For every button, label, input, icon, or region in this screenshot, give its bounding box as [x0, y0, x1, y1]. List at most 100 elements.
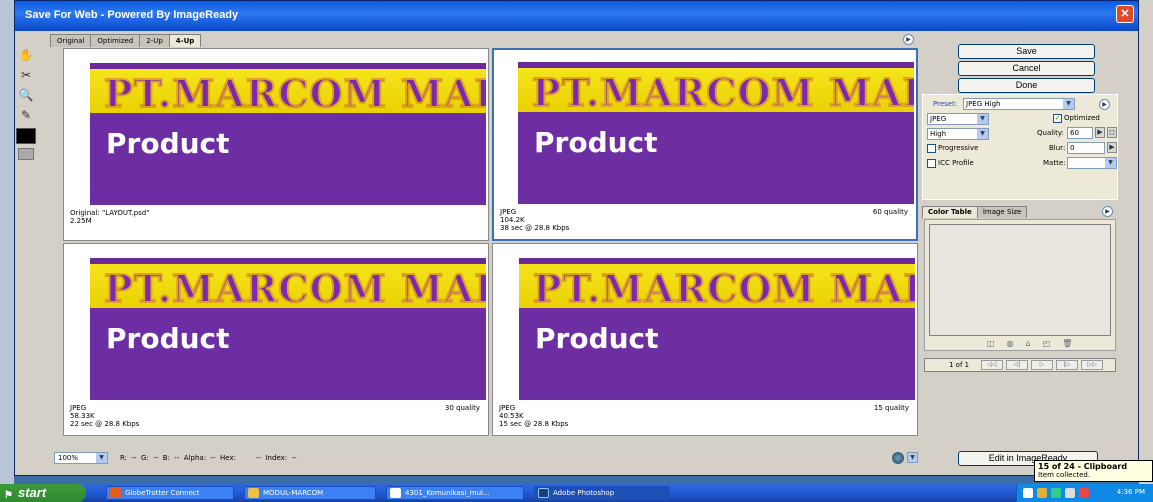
preview-pane-original[interactable]: PT.MARCOM MAI Product Original: "LAYOUT.… — [63, 48, 489, 241]
tray-back-icon[interactable] — [1023, 488, 1033, 498]
color-table: ◫ ◍ ⌂ ◰ 🗑 — [924, 219, 1116, 351]
preset-label: Preset: — [933, 100, 958, 108]
taskbar-item-modul-marcom[interactable]: MODUL-MARCOM — [244, 486, 376, 500]
pane-info: JPEG 58.33K 22 sec @ 28.8 Kbps — [70, 404, 140, 428]
previous-frame-icon[interactable]: ◁| — [1006, 360, 1028, 370]
taskbar-item-photoshop[interactable]: Adobe Photoshop — [534, 486, 670, 500]
brand-text: PT.MARCOM MAI — [532, 265, 915, 312]
windows-flag-icon: ⚑ — [4, 490, 13, 501]
photoshop-icon — [538, 488, 549, 498]
first-frame-icon[interactable]: ◁◁ — [981, 360, 1003, 370]
blur-slider-arrow-icon[interactable]: ▶ — [1107, 142, 1117, 153]
color-table-swatches[interactable] — [929, 224, 1111, 336]
start-button[interactable]: ⚑ start — [0, 484, 86, 502]
trash-icon[interactable]: 🗑 — [1062, 339, 1072, 348]
color-table-actions: ◫ ◍ ⌂ ◰ 🗑 — [987, 339, 1072, 348]
close-icon[interactable]: ✕ — [1116, 5, 1134, 23]
window-title: Save For Web - Powered By ImageReady — [25, 9, 239, 21]
menu-arrow-icon[interactable]: ▶ — [1102, 206, 1113, 217]
zoom-select[interactable]: 100% ▼ — [54, 452, 108, 464]
tab-4-up[interactable]: 4-Up — [168, 34, 202, 47]
page-indicator: 1 of 1 — [949, 361, 970, 369]
progressive-label: Progressive — [938, 144, 979, 152]
tab-2-up[interactable]: 2-Up — [139, 34, 170, 47]
slice-select-icon[interactable]: ✂ — [16, 66, 36, 84]
optimized-checkbox[interactable]: ✓ — [1053, 114, 1062, 123]
pane-info: Original: "LAYOUT.psd" 2.25M — [70, 209, 150, 225]
quality-slider-arrow-icon[interactable]: ▶ — [1095, 127, 1105, 138]
optimization-settings: Preset: JPEG High ▼ ▶ JPEG ▼ ✓ Optimized… — [922, 94, 1118, 200]
clipboard-notification[interactable]: 15 of 24 - Clipboard Item collected. — [1034, 460, 1153, 482]
preview-pane-60-quality[interactable]: PT.MARCOM MAI Product JPEG 104.2K 38 sec… — [492, 48, 918, 241]
blur-input[interactable]: 0 — [1067, 142, 1105, 154]
notification-title: 15 of 24 - Clipboard — [1038, 462, 1128, 471]
hand-icon[interactable]: ✋ — [16, 46, 36, 64]
tab-optimized[interactable]: Optimized — [90, 34, 141, 47]
tab-original[interactable]: Original — [50, 34, 92, 47]
quality-label: 15 quality — [873, 404, 909, 412]
blur-label: Blur: — [1049, 144, 1066, 152]
tab-color-table[interactable]: Color Table — [922, 206, 978, 218]
notification-body: Item collected. — [1038, 471, 1091, 479]
menu-arrow-icon[interactable]: ▶ — [1099, 99, 1110, 110]
eyedropper-icon[interactable]: ✎ — [16, 106, 36, 124]
network-icon[interactable] — [1051, 488, 1061, 498]
product-text: Product — [534, 126, 658, 159]
format-select[interactable]: JPEG ▼ — [927, 113, 989, 125]
preview-image: PT.MARCOM MAI Product — [518, 54, 914, 204]
pane-info: JPEG 40.53K 15 sec @ 28.8 Kbps — [499, 404, 569, 428]
taskbar-item-globetrotter[interactable]: GlobeTrotter Connect — [106, 486, 234, 500]
lock-color-icon[interactable]: ⌂ — [1026, 339, 1031, 348]
tool-strip: ✋ ✂ 🔍 ✎ — [16, 46, 40, 160]
chevron-down-icon: ▼ — [977, 129, 988, 139]
eyedropper-color-swatch[interactable] — [16, 128, 36, 144]
last-frame-icon[interactable]: ▷▷ — [1081, 360, 1103, 370]
preview-pane-15-quality[interactable]: PT.MARCOM MAI Product JPEG 40.53K 15 sec… — [492, 243, 918, 436]
progressive-checkbox[interactable] — [927, 144, 936, 153]
next-frame-icon[interactable]: |▷ — [1056, 360, 1078, 370]
volume-icon[interactable] — [1065, 488, 1075, 498]
brand-text: PT.MARCOM MAI — [103, 265, 486, 312]
brand-text: PT.MARCOM MAI — [103, 70, 486, 117]
matte-select[interactable]: ▼ — [1067, 157, 1117, 169]
menu-arrow-icon[interactable]: ▶ — [903, 34, 914, 45]
taskbar-item-komunikasi[interactable]: 4301_Komunikasi_mul... — [386, 486, 524, 500]
settings-panel: Save Cancel Done Preset: JPEG High ▼ ▶ J… — [918, 44, 1120, 444]
frame-navigation: ◁◁ ◁| ▷ |▷ ▷▷ — [981, 360, 1103, 370]
color-readout: R: -- G: -- B: -- Alpha: -- Hex: -- Inde… — [120, 454, 297, 462]
pane-info: JPEG 104.2K 38 sec @ 28.8 Kbps — [500, 208, 570, 232]
preset-select[interactable]: JPEG High ▼ — [963, 98, 1075, 110]
lock-icon[interactable]: ◍ — [1007, 339, 1014, 348]
save-button[interactable]: Save — [958, 44, 1095, 59]
desktop-right-strip — [1139, 0, 1153, 484]
quality-label: 60 quality — [872, 208, 908, 216]
compression-select[interactable]: High ▼ — [927, 128, 989, 140]
globetrotter-icon — [110, 488, 121, 498]
quality-input[interactable]: 60 — [1067, 127, 1093, 139]
zoom-icon[interactable]: 🔍 — [16, 86, 36, 104]
tab-image-size[interactable]: Image Size — [976, 206, 1028, 218]
cancel-button[interactable]: Cancel — [958, 61, 1095, 76]
product-text: Product — [535, 322, 659, 355]
product-text: Product — [106, 322, 230, 355]
quality-modifier-icon[interactable]: ◻ — [1107, 127, 1117, 138]
chevron-down-icon: ▼ — [1063, 99, 1074, 109]
chevron-down-icon[interactable]: ▼ — [907, 452, 918, 463]
play-icon[interactable]: ▷ — [1031, 360, 1053, 370]
folder-icon — [248, 488, 259, 498]
slice-visibility-toggle[interactable] — [18, 148, 34, 160]
security-icon[interactable] — [1079, 488, 1089, 498]
icc-profile-label: ICC Profile — [938, 159, 974, 167]
done-button[interactable]: Done — [958, 78, 1095, 93]
chevron-down-icon: ▼ — [96, 453, 107, 463]
web-shift-icon[interactable]: ◫ — [987, 339, 995, 348]
optimized-label: Optimized — [1064, 114, 1100, 122]
clipboard-tray-icon[interactable] — [1037, 488, 1047, 498]
icc-profile-checkbox[interactable] — [927, 159, 936, 168]
preview-pane-30-quality[interactable]: PT.MARCOM MAI Product JPEG 58.33K 22 sec… — [63, 243, 489, 436]
document-icon — [390, 488, 401, 498]
new-color-icon[interactable]: ◰ — [1043, 339, 1051, 348]
title-bar[interactable]: Save For Web - Powered By ImageReady ✕ — [15, 1, 1138, 31]
clock: 4:36 PM — [1116, 488, 1145, 496]
browser-preview-icon[interactable] — [892, 452, 904, 464]
